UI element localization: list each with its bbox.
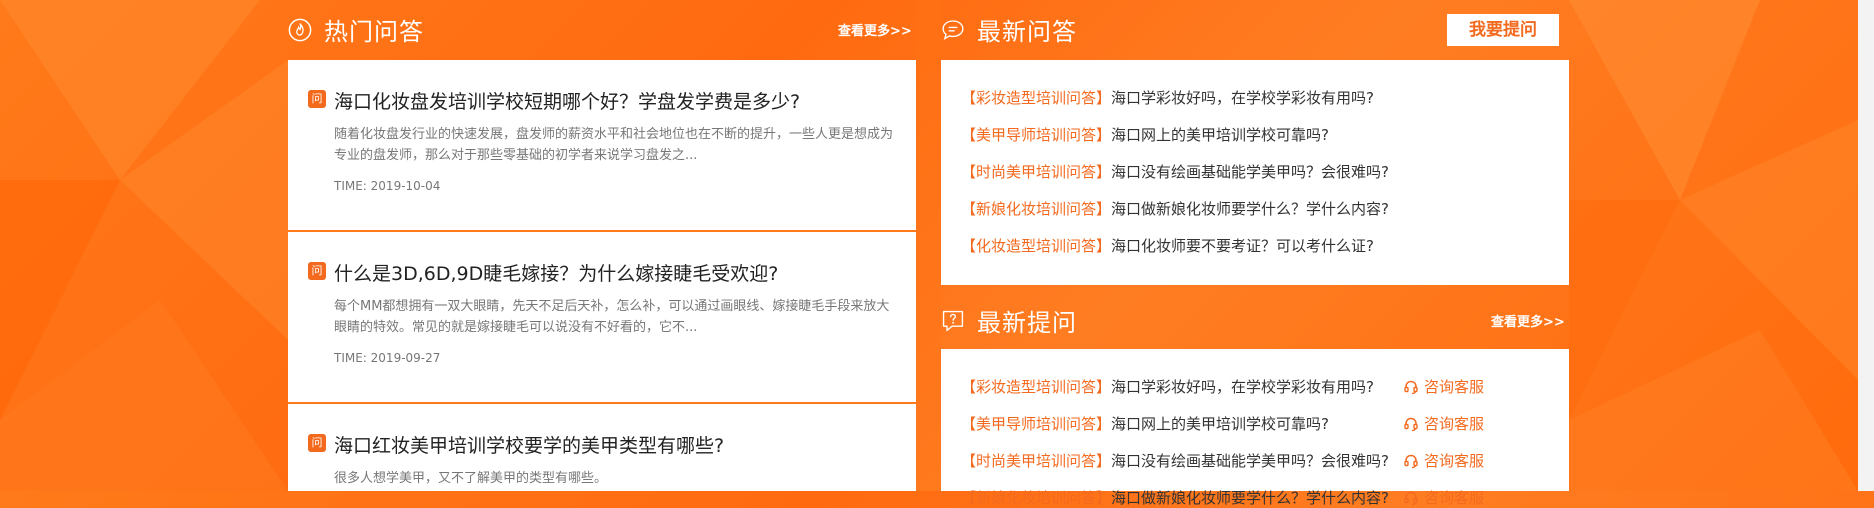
category-tag[interactable]: 【化妆造型培训问答】 bbox=[961, 237, 1111, 255]
category-tag[interactable]: 【美甲导师培训问答】 bbox=[961, 415, 1111, 433]
question-title[interactable]: 海口红妆美甲培训学校要学的美甲类型有哪些? bbox=[334, 431, 724, 458]
right-edge-strip bbox=[1858, 0, 1874, 491]
list-item[interactable]: 【美甲导师培训问答】海口网上的美甲培训学校可靠吗? bbox=[961, 124, 1329, 145]
question-title[interactable]: 什么是3D,6D,9D睫毛嫁接？为什么嫁接睫毛受欢迎? bbox=[334, 259, 778, 286]
hot-section-title: 热门问答 bbox=[324, 18, 424, 46]
question-text[interactable]: 海口没有绘画基础能学美甲吗？会很难吗? bbox=[1111, 452, 1389, 470]
question-time: TIME: 2019-09-27 bbox=[334, 351, 441, 365]
question-badge: 问 bbox=[308, 262, 326, 280]
hot-question-card[interactable]: 问 什么是3D,6D,9D睫毛嫁接？为什么嫁接睫毛受欢迎? 每个MM都想拥有一双… bbox=[288, 232, 916, 404]
question-badge: 问 bbox=[308, 90, 326, 108]
hot-question-card[interactable]: 问 海口红妆美甲培训学校要学的美甲类型有哪些? 很多人想学美甲，又不了解美甲的类… bbox=[288, 404, 916, 491]
newest-section-header: 最新提问 bbox=[941, 303, 1077, 338]
question-description: 随着化妆盘发行业的快速发展，盘发师的薪资水平和社会地位也在不断的提升，一些人更是… bbox=[334, 127, 894, 163]
question-text[interactable]: 海口化妆师要不要考证？可以考什么证? bbox=[1111, 237, 1374, 255]
category-tag[interactable]: 【新娘化妆培训问答】 bbox=[961, 200, 1111, 218]
list-item[interactable]: 【新娘化妆培训问答】海口做新娘化妆师要学什么？学什么内容? bbox=[961, 487, 1389, 508]
newest-section-title: 最新提问 bbox=[977, 309, 1077, 337]
newest-questions-panel: 【彩妆造型培训问答】海口学彩妆好吗，在学校学彩妆有用吗? 咨询客服 【美甲导师培… bbox=[941, 349, 1569, 507]
question-time: TIME: 2019-10-04 bbox=[334, 179, 441, 193]
latest-qa-panel: 【彩妆造型培训问答】海口学彩妆好吗，在学校学彩妆有用吗? 【美甲导师培训问答】海… bbox=[941, 60, 1569, 285]
category-tag[interactable]: 【新娘化妆培训问答】 bbox=[961, 489, 1111, 507]
newest-more-link[interactable]: 查看更多>> bbox=[1491, 311, 1565, 330]
list-item[interactable]: 【彩妆造型培训问答】海口学彩妆好吗，在学校学彩妆有用吗? bbox=[961, 376, 1374, 397]
category-tag[interactable]: 【美甲导师培训问答】 bbox=[961, 126, 1111, 144]
consult-label[interactable]: 咨询客服 bbox=[1424, 487, 1484, 508]
question-text[interactable]: 海口网上的美甲培训学校可靠吗? bbox=[1111, 126, 1329, 144]
latest-section-title: 最新问答 bbox=[977, 18, 1077, 46]
category-tag[interactable]: 【彩妆造型培训问答】 bbox=[961, 89, 1111, 107]
question-text[interactable]: 海口学彩妆好吗，在学校学彩妆有用吗? bbox=[1111, 89, 1374, 107]
consult-label[interactable]: 咨询客服 bbox=[1424, 450, 1484, 471]
question-description: 每个MM都想拥有一双大眼睛，先天不足后天补，怎么补，可以通过画眼线、嫁接睫毛手段… bbox=[334, 299, 890, 335]
question-text[interactable]: 海口做新娘化妆师要学什么？学什么内容? bbox=[1111, 200, 1389, 218]
latest-section-header: 最新问答 bbox=[941, 12, 1077, 47]
hot-question-card[interactable]: 问 海口化妆盘发培训学校短期哪个好？学盘发学费是多少? 随着化妆盘发行业的快速发… bbox=[288, 60, 916, 232]
category-tag[interactable]: 【时尚美甲培训问答】 bbox=[961, 163, 1111, 181]
headset-icon bbox=[1404, 380, 1418, 394]
consult-label[interactable]: 咨询客服 bbox=[1424, 376, 1484, 397]
list-item[interactable]: 【新娘化妆培训问答】海口做新娘化妆师要学什么？学什么内容? bbox=[961, 198, 1389, 219]
headset-icon bbox=[1404, 491, 1418, 505]
consult-service-link[interactable]: 咨询客服 bbox=[1403, 413, 1484, 434]
headset-icon bbox=[1404, 417, 1418, 431]
question-text[interactable]: 海口没有绘画基础能学美甲吗？会很难吗? bbox=[1111, 163, 1389, 181]
hot-more-link[interactable]: 查看更多>> bbox=[838, 20, 912, 39]
flame-icon bbox=[288, 18, 312, 42]
question-text[interactable]: 海口网上的美甲培训学校可靠吗? bbox=[1111, 415, 1329, 433]
background-pattern bbox=[0, 0, 1858, 491]
consult-label[interactable]: 咨询客服 bbox=[1424, 413, 1484, 434]
category-tag[interactable]: 【彩妆造型培训问答】 bbox=[961, 378, 1111, 396]
list-item[interactable]: 【时尚美甲培训问答】海口没有绘画基础能学美甲吗？会很难吗? bbox=[961, 450, 1389, 471]
consult-service-link[interactable]: 咨询客服 bbox=[1403, 450, 1484, 471]
question-title[interactable]: 海口化妆盘发培训学校短期哪个好？学盘发学费是多少? bbox=[334, 87, 800, 114]
question-badge: 问 bbox=[308, 434, 326, 452]
category-tag[interactable]: 【时尚美甲培训问答】 bbox=[961, 452, 1111, 470]
list-item[interactable]: 【美甲导师培训问答】海口网上的美甲培训学校可靠吗? bbox=[961, 413, 1329, 434]
hot-section-header: 热门问答 bbox=[288, 12, 424, 47]
list-item[interactable]: 【化妆造型培训问答】海口化妆师要不要考证？可以考什么证? bbox=[961, 235, 1374, 256]
list-item[interactable]: 【彩妆造型培训问答】海口学彩妆好吗，在学校学彩妆有用吗? bbox=[961, 87, 1374, 108]
question-text[interactable]: 海口学彩妆好吗，在学校学彩妆有用吗? bbox=[1111, 378, 1374, 396]
question-description: 很多人想学美甲，又不了解美甲的类型有哪些。 bbox=[334, 471, 608, 486]
list-item[interactable]: 【时尚美甲培训问答】海口没有绘画基础能学美甲吗？会很难吗? bbox=[961, 161, 1389, 182]
chat-bubble-icon bbox=[941, 18, 965, 42]
question-text[interactable]: 海口做新娘化妆师要学什么？学什么内容? bbox=[1111, 489, 1389, 507]
ask-question-button[interactable]: 我要提问 bbox=[1447, 14, 1559, 46]
consult-service-link[interactable]: 咨询客服 bbox=[1403, 487, 1484, 508]
headset-icon bbox=[1404, 454, 1418, 468]
question-bubble-icon bbox=[941, 309, 965, 333]
consult-service-link[interactable]: 咨询客服 bbox=[1403, 376, 1484, 397]
